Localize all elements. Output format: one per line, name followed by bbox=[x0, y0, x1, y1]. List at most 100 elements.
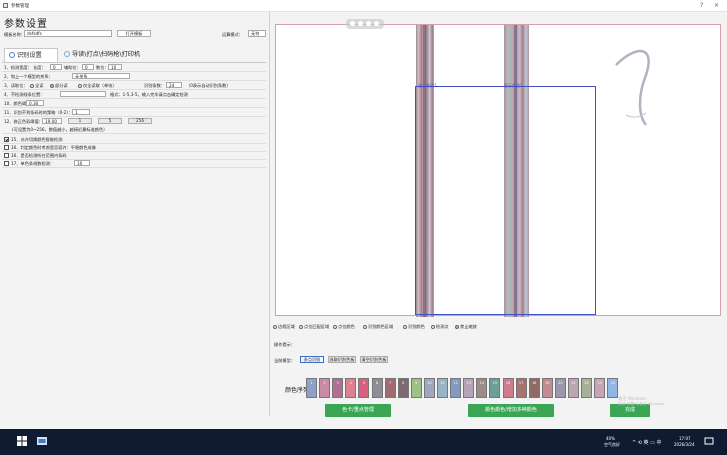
color-swatch[interactable]: 14 bbox=[476, 378, 488, 398]
tab-divider bbox=[2, 62, 266, 63]
clock-date[interactable]: 2026/3/24 bbox=[674, 442, 695, 447]
close-button[interactable]: × bbox=[714, 2, 719, 9]
detection-region[interactable] bbox=[415, 86, 596, 315]
image-viewer[interactable]: 显示条纹1 显示条纹2 bbox=[275, 19, 721, 317]
step-5-button[interactable]: 5 bbox=[98, 118, 122, 124]
mono-count-input[interactable]: 10 bbox=[74, 160, 90, 166]
color-threshold-input[interactable]: 0.30 bbox=[26, 100, 44, 106]
color-swatch[interactable]: 17 bbox=[515, 378, 527, 398]
app-window: 参数管理 ? × 参数设置 模板名称： dsfsdfs 打开模板 运算模式： 无… bbox=[0, 0, 727, 429]
read-option-3[interactable]: 仅全读取（单块） bbox=[78, 83, 117, 89]
fit-icon[interactable] bbox=[366, 21, 371, 26]
select-palette-button[interactable]: 选取识别色板 bbox=[328, 356, 356, 363]
color-card-button[interactable]: 色卡/重点管理 bbox=[325, 404, 391, 417]
mode-label: 运算模式： bbox=[222, 32, 243, 37]
color-swatch[interactable]: 24 bbox=[607, 378, 619, 398]
color-swatch[interactable]: 1 bbox=[306, 378, 317, 398]
color-swatch[interactable]: 16 bbox=[502, 378, 514, 398]
system-tray-icons[interactable]: ^ ⟲ 英 ▭ 中 bbox=[632, 439, 661, 446]
block-input[interactable]: 0 bbox=[82, 64, 94, 70]
radio-icon bbox=[363, 325, 367, 329]
template-name-input[interactable]: dsfsdfs bbox=[24, 30, 112, 37]
relation-select[interactable]: 无关系 bbox=[72, 73, 130, 79]
checkbox-icon[interactable] bbox=[4, 153, 9, 158]
tab-import[interactable]: 导读\打点\扫码枪\打印机 bbox=[60, 48, 168, 62]
color-swatch[interactable]: 18 bbox=[528, 378, 540, 398]
taskbar: 40% 空气良好 ^ ⟲ 英 ▭ 中 17:07 2026/3/24 bbox=[0, 429, 727, 455]
color-swatch[interactable]: 13 bbox=[463, 378, 475, 398]
radio-border[interactable]: 边框区域 bbox=[273, 324, 295, 330]
radio-point-color[interactable]: 点位颜色 bbox=[333, 324, 355, 330]
color-swatch[interactable]: 9 bbox=[410, 378, 422, 398]
radio-icon bbox=[431, 325, 435, 329]
checkbox-icon[interactable] bbox=[4, 161, 9, 166]
read-option-2[interactable]: 部分读 bbox=[50, 83, 68, 89]
color-swatch[interactable]: 8 bbox=[397, 378, 409, 398]
template-label: 模板名称： bbox=[4, 32, 25, 37]
radio-color-region[interactable]: 识别颜色区域 bbox=[363, 324, 393, 330]
zoom-icon[interactable] bbox=[350, 21, 355, 26]
color-swatch[interactable]: 5 bbox=[358, 378, 370, 398]
color-swatch[interactable]: 12 bbox=[450, 378, 462, 398]
color-swatch[interactable]: 23 bbox=[594, 378, 606, 398]
radio-color[interactable]: 识别颜色 bbox=[403, 324, 425, 330]
radio-color-label: 识别颜色 bbox=[408, 324, 425, 329]
color-swatch[interactable]: 6 bbox=[371, 378, 383, 398]
check-row-1[interactable]: 15、允许切换颜色智能检测 bbox=[2, 136, 266, 144]
clear-palette-button[interactable]: 清空识别色板 bbox=[360, 356, 388, 363]
color-swatch[interactable]: 11 bbox=[437, 378, 448, 398]
ignore-lines-input[interactable] bbox=[60, 91, 106, 97]
window-title: 参数管理 bbox=[11, 4, 29, 9]
add-colors-button[interactable]: 颜色颜色/增加多种颜色 bbox=[468, 404, 554, 417]
app-icon bbox=[3, 3, 8, 8]
tab-recognition[interactable]: 识别设置 bbox=[4, 48, 58, 62]
app-taskbar-icon[interactable] bbox=[37, 436, 47, 446]
mode-select[interactable]: 无符 bbox=[248, 30, 266, 37]
open-template-button[interactable]: 打开模板 bbox=[117, 30, 151, 37]
radio-check-point[interactable]: 检测点 bbox=[431, 324, 449, 330]
color-swatch[interactable]: 19 bbox=[541, 378, 553, 398]
color-swatch[interactable]: 2 bbox=[319, 378, 331, 398]
step-1-button[interactable]: 1 bbox=[68, 118, 92, 124]
checkbox-icon[interactable] bbox=[4, 137, 9, 142]
check-row-2[interactable]: 16、判定颜色时考虑是否容许：平稳颜色成像 bbox=[2, 144, 266, 152]
color-swatch[interactable]: 4 bbox=[345, 378, 357, 398]
color-swatch[interactable]: 20 bbox=[554, 378, 566, 398]
clock-time[interactable]: 17:07 bbox=[679, 436, 691, 441]
region-label-2: 显示条纹2 bbox=[504, 83, 523, 88]
help-button[interactable]: ? bbox=[700, 2, 703, 9]
multi-point-button[interactable]: 多点识别 bbox=[300, 356, 324, 363]
radio-no-zoom[interactable]: 禁止缩放 bbox=[455, 324, 477, 330]
color-swatch[interactable]: 7 bbox=[384, 378, 396, 398]
radio-icon bbox=[78, 84, 82, 88]
count-input[interactable]: 10 bbox=[108, 64, 122, 70]
viewer-toolbar[interactable] bbox=[346, 19, 384, 29]
row7-label: 12、修正色彩阈值： bbox=[4, 119, 43, 124]
read-option-1[interactable]: 全读 bbox=[30, 83, 43, 89]
row1-label: 1、检测宽度： 长度： bbox=[4, 65, 46, 70]
length-input[interactable]: 0 bbox=[50, 64, 62, 70]
color-swatch[interactable]: 21 bbox=[568, 378, 579, 398]
row-check-width: 1、检测宽度： 长度： 0 辅助位： 0 数位： 10 bbox=[2, 64, 266, 72]
check-row-3[interactable]: 16、是否检测所在范围内条码 bbox=[2, 152, 266, 160]
radio-point-region[interactable]: 点位匹配区域 bbox=[299, 324, 329, 330]
color-swatch[interactable]: 22 bbox=[581, 378, 593, 398]
row-color-threshold: 10、颜色阈值： 0.30 bbox=[2, 100, 266, 108]
checkbox-icon[interactable] bbox=[4, 145, 9, 150]
radio-check-point-label: 检测点 bbox=[436, 324, 449, 329]
fallback-input[interactable]: 1 bbox=[72, 109, 90, 115]
color-swatch[interactable]: 10 bbox=[423, 378, 435, 398]
color-swatch[interactable]: 3 bbox=[332, 378, 344, 398]
step-256-button[interactable]: 256 bbox=[128, 118, 152, 124]
start-icon[interactable] bbox=[17, 436, 27, 446]
radio-point-color-label: 点位颜色 bbox=[338, 324, 355, 329]
check-row-4[interactable]: 17、单色条线数检测： 10 bbox=[2, 160, 266, 168]
rotate-icon[interactable] bbox=[358, 21, 363, 26]
correction-input[interactable]: 19.00 bbox=[42, 118, 62, 124]
radio-icon bbox=[455, 325, 459, 329]
area-input[interactable]: 24 bbox=[166, 82, 182, 88]
color-swatch[interactable]: 15 bbox=[489, 378, 501, 398]
reset-icon[interactable] bbox=[374, 21, 379, 26]
notification-icon[interactable] bbox=[704, 436, 714, 446]
operation-hint: 操作提示： bbox=[274, 342, 295, 347]
